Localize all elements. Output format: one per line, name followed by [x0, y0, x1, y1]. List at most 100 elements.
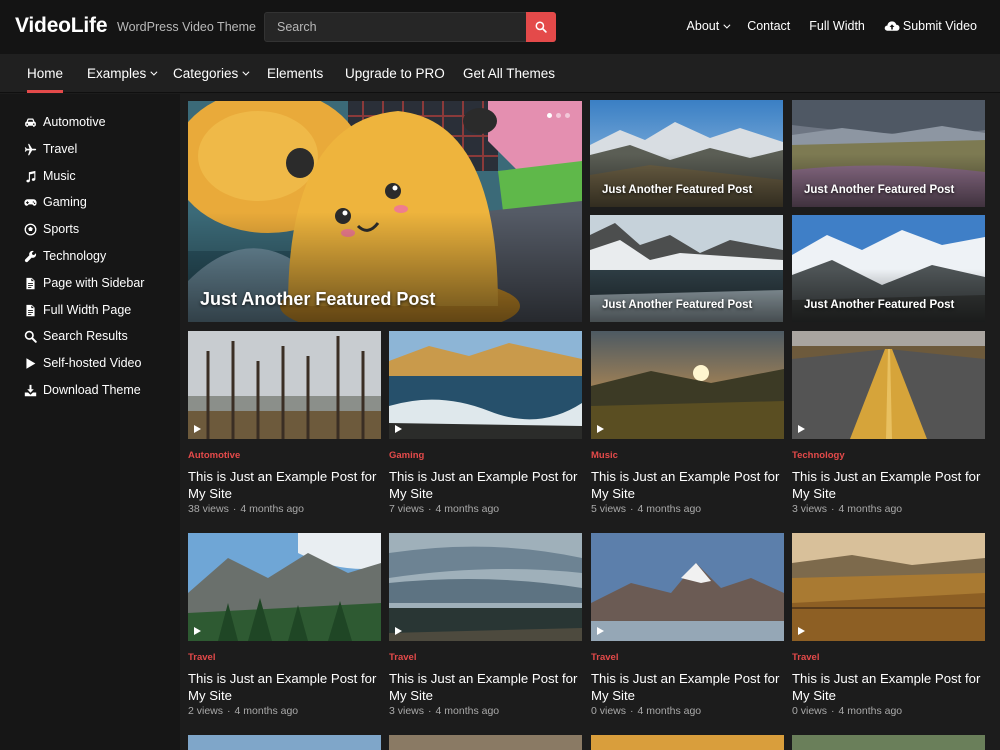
sidebar-item-full-width-page[interactable]: Full Width Page [23, 301, 131, 319]
post-card[interactable]: Travel This is Just an Example Post for … [389, 533, 582, 717]
submit-video-button[interactable]: Submit Video [884, 19, 977, 33]
sidebar-item-travel[interactable]: Travel [23, 140, 77, 158]
slider-dot[interactable] [556, 113, 561, 118]
post-card[interactable]: Travel This is Just an Example Post for … [591, 533, 784, 717]
post-category[interactable]: Travel [188, 652, 381, 663]
post-views: 3 views [792, 503, 827, 515]
post-category[interactable]: Travel [792, 652, 985, 663]
post-title[interactable]: This is Just an Example Post for My Site [389, 468, 582, 502]
post-card[interactable]: Automotive This is Just an Example Post … [188, 331, 381, 515]
chevron-down-icon [724, 21, 731, 28]
thumbnail-image [792, 331, 985, 439]
post-thumbnail[interactable] [389, 533, 582, 641]
post-thumbnail-partial[interactable] [188, 735, 381, 750]
post-category[interactable]: Travel [591, 652, 784, 663]
post-title[interactable]: This is Just an Example Post for My Site [792, 670, 985, 704]
featured-post-main[interactable]: Just Another Featured Post [188, 101, 582, 322]
post-thumbnail[interactable] [188, 331, 381, 439]
post-category[interactable]: Automotive [188, 450, 381, 461]
post-card[interactable]: Technology This is Just an Example Post … [792, 331, 985, 515]
post-card[interactable]: Travel This is Just an Example Post for … [792, 533, 985, 717]
post-meta: 3 views·4 months ago [792, 503, 985, 515]
featured-main-title[interactable]: Just Another Featured Post [200, 289, 435, 310]
slider-dots[interactable] [543, 113, 570, 118]
post-meta: 3 views·4 months ago [389, 705, 582, 717]
featured-small-title[interactable]: Just Another Featured Post [602, 299, 752, 311]
top-link-contact[interactable]: Contact [747, 19, 790, 33]
post-age: 4 months ago [638, 503, 702, 515]
post-title[interactable]: This is Just an Example Post for My Site [792, 468, 985, 502]
featured-small-title[interactable]: Just Another Featured Post [804, 299, 954, 311]
meta-separator: · [630, 705, 634, 717]
nav-item-examples[interactable]: Examples [87, 66, 155, 81]
post-thumbnail[interactable] [792, 331, 985, 439]
play-icon [798, 425, 805, 433]
post-title[interactable]: This is Just an Example Post for My Site [188, 670, 381, 704]
sidebar-item-automotive[interactable]: Automotive [23, 113, 106, 131]
post-category[interactable]: Travel [389, 652, 582, 663]
post-category[interactable]: Music [591, 450, 784, 461]
featured-post-small[interactable]: Just Another Featured Post [590, 215, 783, 322]
thumbnail-image [389, 533, 582, 641]
nav-item-get-all-themes[interactable]: Get All Themes [463, 66, 555, 81]
slider-dot[interactable] [565, 113, 570, 118]
nav-item-upgrade[interactable]: Upgrade to PRO [345, 66, 445, 81]
sidebar-item-technology[interactable]: Technology [23, 247, 106, 265]
top-link-full-width[interactable]: Full Width [809, 19, 865, 33]
nav-label: Elements [267, 66, 323, 81]
sidebar-item-gaming[interactable]: Gaming [23, 193, 87, 211]
main-nav: Home Examples Categories Elements Upgrad… [0, 54, 1000, 93]
featured-small-title[interactable]: Just Another Featured Post [602, 184, 752, 196]
post-card[interactable]: Gaming This is Just an Example Post for … [389, 331, 582, 515]
site-header: VideoLife WordPress Video Theme About Co… [0, 0, 1000, 54]
post-thumbnail[interactable] [389, 331, 582, 439]
sidebar-item-search-results[interactable]: Search Results [23, 327, 128, 345]
top-link-label: Contact [747, 19, 790, 33]
post-category[interactable]: Gaming [389, 450, 582, 461]
post-thumbnail[interactable] [792, 533, 985, 641]
sidebar-item-label: Page with Sidebar [43, 276, 144, 290]
nav-item-elements[interactable]: Elements [267, 66, 323, 81]
sidebar-item-music[interactable]: Music [23, 167, 76, 185]
sidebar-item-label: Full Width Page [43, 303, 131, 317]
sidebar-item-sports[interactable]: Sports [23, 220, 79, 238]
play-icon [395, 627, 402, 635]
search-icon [535, 21, 547, 33]
nav-item-home[interactable]: Home [27, 66, 63, 81]
featured-post-small[interactable]: Just Another Featured Post [590, 100, 783, 207]
post-thumbnail-partial[interactable] [792, 735, 985, 750]
post-thumbnail[interactable] [591, 533, 784, 641]
post-thumbnail[interactable] [591, 331, 784, 439]
search-box [264, 12, 556, 42]
post-age: 4 months ago [240, 503, 304, 515]
post-title[interactable]: This is Just an Example Post for My Site [591, 468, 784, 502]
post-views: 3 views [389, 705, 424, 717]
site-logo[interactable]: VideoLife [15, 14, 107, 38]
featured-post-small[interactable]: Just Another Featured Post [792, 100, 985, 207]
post-card[interactable]: Music This is Just an Example Post for M… [591, 331, 784, 515]
post-thumbnail-partial[interactable] [591, 735, 784, 750]
sidebar-item-page-with-sidebar[interactable]: Page with Sidebar [23, 274, 144, 292]
sidebar-item-download-theme[interactable]: Download Theme [23, 381, 141, 399]
post-title[interactable]: This is Just an Example Post for My Site [188, 468, 381, 502]
search-input[interactable] [265, 13, 527, 41]
nav-item-categories[interactable]: Categories [173, 66, 247, 81]
document-icon [23, 303, 37, 317]
featured-post-small[interactable]: Just Another Featured Post [792, 215, 985, 322]
post-thumbnail-partial[interactable] [389, 735, 582, 750]
search-button[interactable] [526, 12, 556, 42]
top-link-about[interactable]: About [687, 19, 729, 33]
top-links: About Contact Full Width Submit Video [687, 19, 977, 33]
cloud-upload-icon [884, 20, 900, 32]
sidebar-item-label: Self-hosted Video [43, 356, 141, 370]
post-thumbnail[interactable] [188, 533, 381, 641]
post-card[interactable]: Travel This is Just an Example Post for … [188, 533, 381, 717]
meta-separator: · [831, 705, 835, 717]
top-link-label: Full Width [809, 19, 865, 33]
post-title[interactable]: This is Just an Example Post for My Site [591, 670, 784, 704]
sidebar-item-self-hosted-video[interactable]: Self-hosted Video [23, 354, 141, 372]
slider-dot[interactable] [547, 113, 552, 118]
post-category[interactable]: Technology [792, 450, 985, 461]
featured-small-title[interactable]: Just Another Featured Post [804, 184, 954, 196]
post-title[interactable]: This is Just an Example Post for My Site [389, 670, 582, 704]
